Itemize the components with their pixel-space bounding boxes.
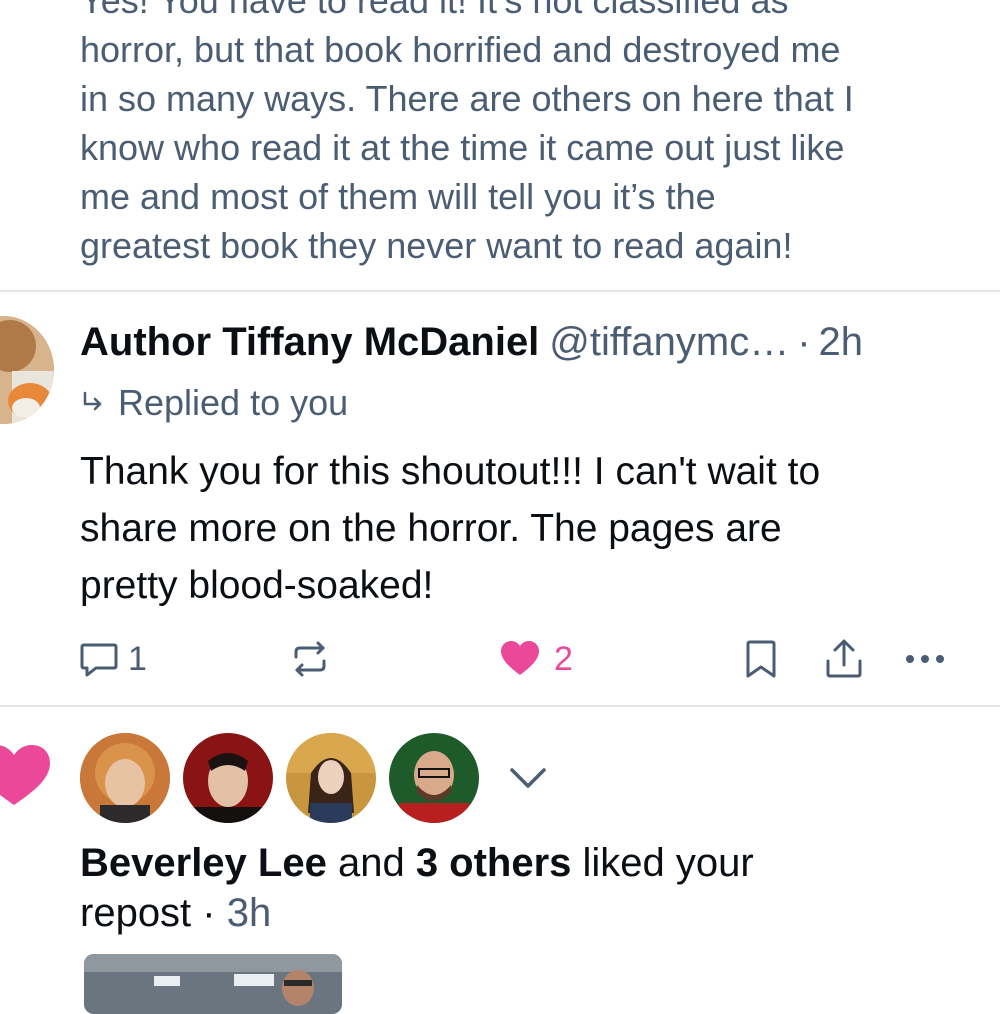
reply-icon — [80, 643, 118, 677]
reply-header: Author Tiffany McDaniel @tiffanymc… · 2h — [80, 318, 863, 366]
like-count: 2 — [554, 639, 573, 678]
repost-button[interactable] — [288, 634, 332, 684]
notification-time: 3h — [226, 891, 272, 935]
like-notification-text: Beverley Lee and 3 others liked your rep… — [80, 838, 980, 938]
post-line: horror, but that book horrified and dest… — [80, 29, 841, 70]
separator-dot: · — [797, 320, 811, 364]
author-handle[interactable]: @tiffanymc… — [549, 320, 789, 364]
avatar[interactable] — [80, 733, 170, 823]
post-line: Yes! You have to read it! It’s not class… — [80, 0, 789, 21]
post-line: greatest book they never want to read ag… — [80, 225, 793, 266]
avatar[interactable] — [183, 733, 273, 823]
heart-icon — [501, 641, 539, 675]
previous-post-text: Yes! You have to read it! It’s not class… — [80, 0, 980, 270]
reply-count: 1 — [128, 639, 147, 678]
others-count[interactable]: 3 others — [416, 841, 572, 885]
chevron-down-icon[interactable] — [506, 762, 550, 792]
repost-icon — [294, 641, 326, 677]
divider — [0, 290, 1000, 292]
replied-to-indicator: Replied to you — [80, 381, 348, 425]
liker-name[interactable]: Beverley Lee — [80, 841, 327, 885]
post-line: in so many ways. There are others on her… — [80, 78, 854, 119]
share-icon — [826, 639, 862, 678]
avatar[interactable] — [286, 733, 376, 823]
repost-label: repost · — [80, 891, 227, 935]
share-button[interactable] — [822, 634, 866, 684]
post-time: 2h — [818, 320, 864, 364]
post-line: know who read it at the time it came out… — [80, 127, 845, 168]
and-text: and — [326, 841, 416, 885]
liked-text: liked your — [571, 841, 754, 885]
divider — [0, 705, 1000, 707]
more-icon — [906, 655, 944, 663]
reply-arrow-icon — [83, 391, 102, 411]
bookmark-icon — [746, 640, 776, 678]
reply-button[interactable]: 1 — [78, 634, 147, 684]
reply-line: share more on the horror. The pages are — [80, 507, 782, 550]
like-button[interactable]: 2 — [498, 634, 573, 684]
reply-line: Thank you for this shoutout!!! I can't w… — [80, 450, 821, 493]
post-line: me and most of them will tell you it’s t… — [80, 176, 716, 217]
heart-icon — [0, 745, 50, 805]
post-actions: 1 2 — [0, 634, 1000, 684]
reply-line: pretty blood-soaked! — [80, 564, 434, 607]
author-name[interactable]: Author Tiffany McDaniel — [80, 320, 539, 364]
bookmark-button[interactable] — [742, 634, 780, 684]
reply-body: Thank you for this shoutout!!! I can't w… — [80, 443, 980, 614]
replied-to-label: Replied to you — [118, 382, 349, 423]
author-avatar[interactable] — [0, 316, 54, 424]
avatar[interactable] — [389, 733, 479, 823]
more-options-button[interactable] — [902, 634, 948, 684]
reposted-image-thumbnail[interactable] — [84, 954, 342, 1014]
